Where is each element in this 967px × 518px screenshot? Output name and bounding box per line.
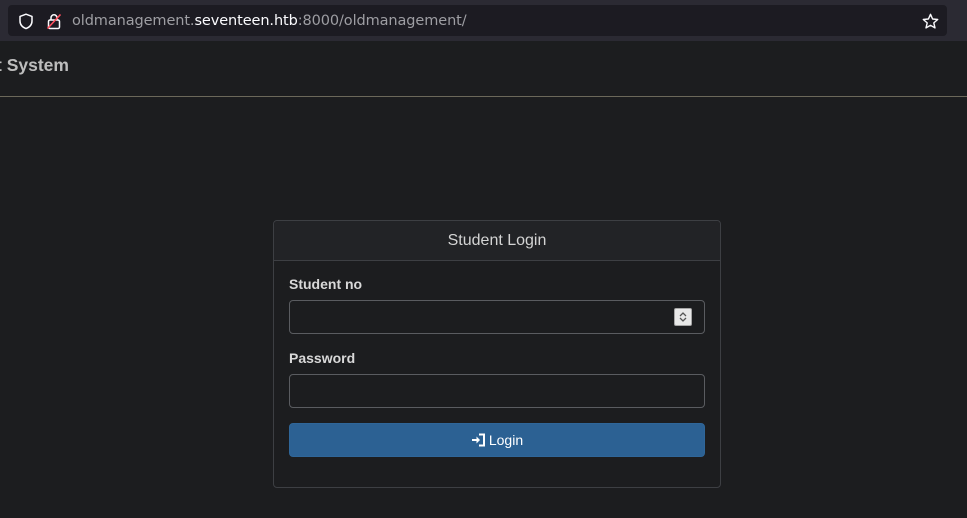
password-input[interactable]	[289, 374, 705, 408]
app-title: t System	[0, 55, 69, 75]
card-title: Student Login	[447, 231, 547, 249]
browser-toolbar: oldmanagement.seventeen.htb:8000/oldmana…	[0, 0, 967, 41]
url-domain: seventeen.htb	[194, 13, 298, 29]
url-text[interactable]: oldmanagement.seventeen.htb:8000/oldmana…	[72, 12, 467, 30]
lock-warning-icon[interactable]	[45, 12, 63, 30]
url-subdomain: oldmanagement.	[72, 13, 195, 29]
password-label: Password	[289, 350, 356, 366]
spinner-down-icon[interactable]	[678, 317, 688, 323]
app-header: t System	[0, 41, 967, 97]
login-button-label: Login	[488, 432, 524, 448]
shield-icon[interactable]	[17, 12, 35, 30]
star-icon[interactable]	[921, 12, 939, 30]
number-spinner[interactable]	[674, 308, 692, 326]
address-bar[interactable]: oldmanagement.seventeen.htb:8000/oldmana…	[8, 5, 947, 36]
student-no-label: Student no	[289, 276, 363, 292]
login-card: Student Login Student no Password Login	[273, 220, 721, 488]
login-button[interactable]: Login	[289, 423, 705, 457]
card-header: Student Login	[274, 221, 720, 261]
student-no-input[interactable]	[289, 300, 705, 334]
sign-in-icon	[471, 433, 486, 447]
url-path: :8000/oldmanagement/	[297, 13, 467, 29]
